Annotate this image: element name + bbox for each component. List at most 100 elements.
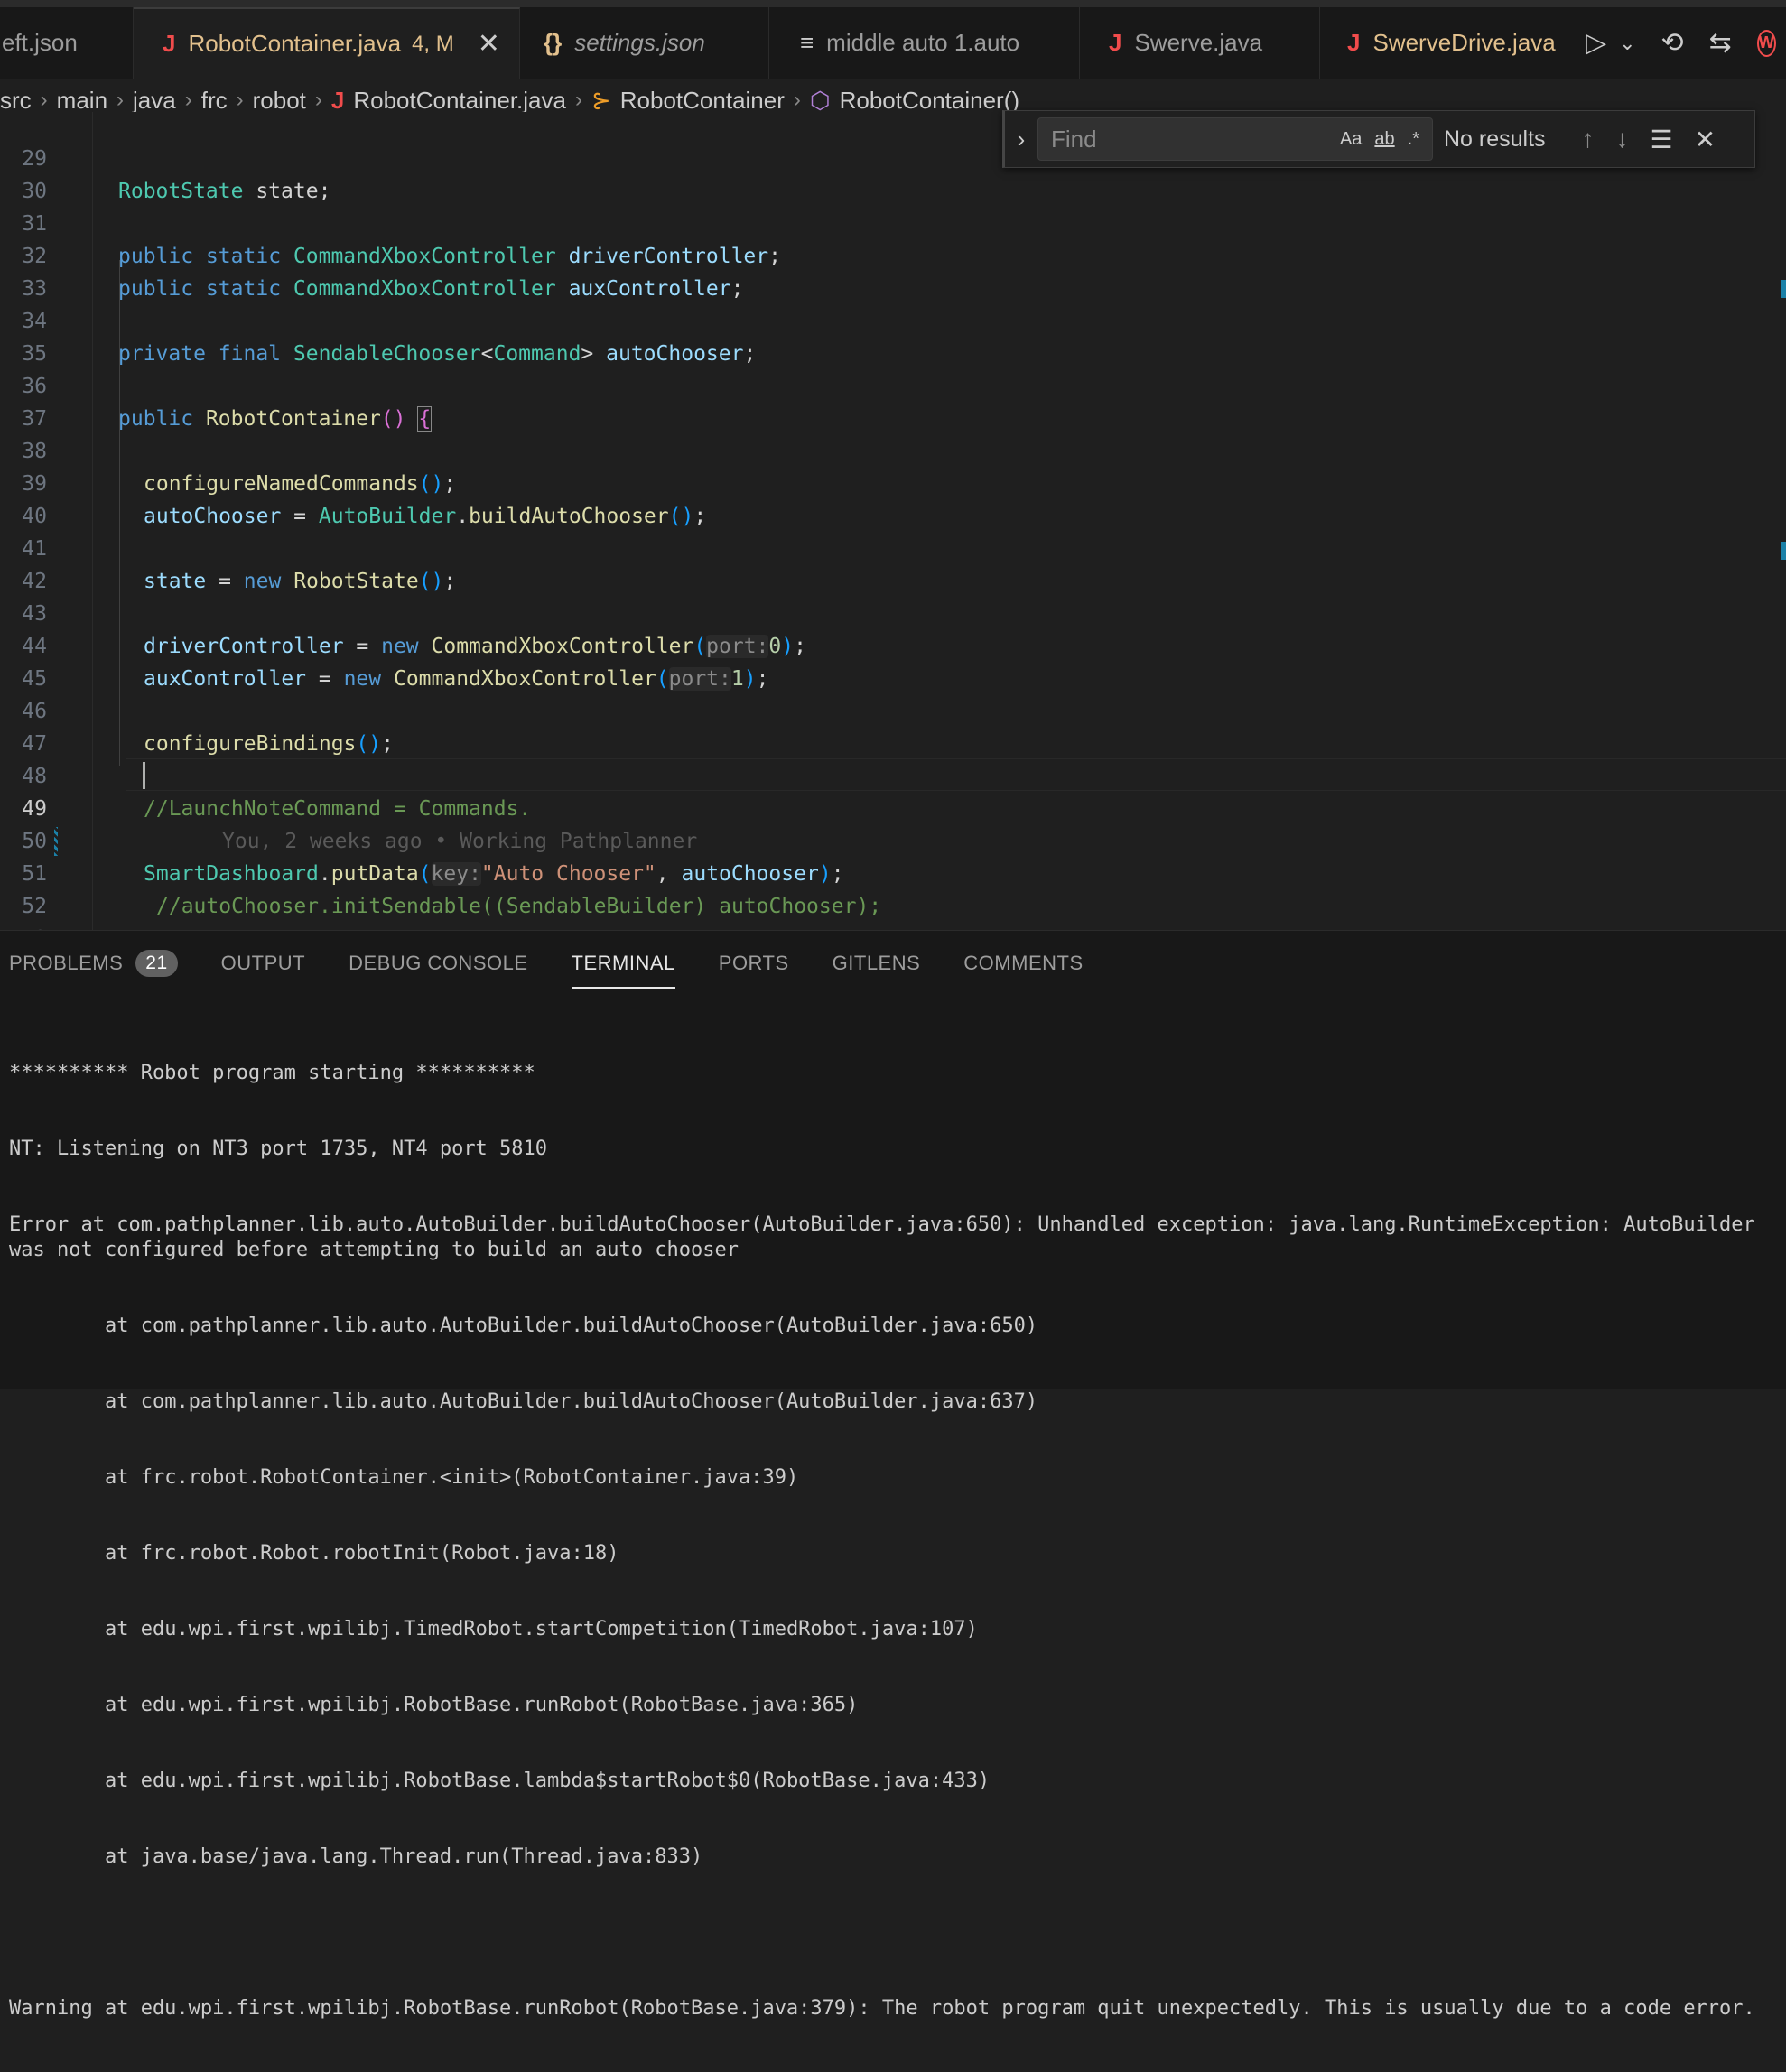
code-line: 35 — [0, 305, 1786, 366]
arrow-up-icon[interactable]: ↑ — [1582, 125, 1595, 153]
tab-settings-json[interactable]: {} settings.json — [520, 7, 769, 79]
tab-ports[interactable]: PORTS — [719, 931, 789, 996]
code-line: 39 autoChooser = AutoBuilder.buildAutoCh… — [0, 435, 1786, 528]
breadcrumb-java[interactable]: java — [133, 87, 176, 115]
java-icon: J — [1109, 29, 1122, 56]
tab-label: settings.json — [574, 29, 705, 56]
code-line: 44 auxController = new CommandXboxContro… — [0, 598, 1786, 691]
chevron-right-icon: › — [793, 88, 801, 112]
arrow-down-icon[interactable]: ↓ — [1616, 125, 1629, 153]
find-in-selection-icon[interactable]: ☰ — [1651, 125, 1673, 154]
java-icon: J — [330, 86, 345, 114]
tab-terminal[interactable]: TERMINAL — [571, 931, 676, 996]
problem-badge: 4, M — [412, 31, 454, 56]
code-line: 37 — [0, 370, 1786, 431]
terminal-output[interactable]: ********** Robot program starting ******… — [9, 1010, 1779, 2072]
terminal-line: Warning at edu.wpi.first.wpilibj.RobotBa… — [9, 1997, 1755, 2020]
terminal-line: at edu.wpi.first.wpilibj.RobotBase.lambd… — [9, 1770, 991, 1792]
chevron-right-icon: › — [116, 88, 125, 112]
text-cursor — [143, 762, 145, 789]
tab-debug-console[interactable]: DEBUG CONSOLE — [349, 931, 527, 996]
run-icon[interactable]: ▷ — [1586, 27, 1606, 59]
tab-swerve-java[interactable]: J Swerve.java — [1080, 7, 1320, 79]
java-icon: J — [163, 30, 176, 57]
find-input[interactable] — [1049, 124, 1340, 154]
close-icon[interactable]: ✕ — [1695, 125, 1716, 154]
find-result-count: No results — [1444, 125, 1546, 152]
scrollbar-marker — [1781, 542, 1786, 560]
file-lines-icon: ≡ — [800, 29, 814, 56]
method-icon: ⬡ — [809, 86, 831, 114]
breadcrumb-main[interactable]: main — [57, 87, 107, 115]
tab-label: RobotContainer.java — [188, 30, 402, 57]
tab-middle-auto[interactable]: ≡ middle auto 1.auto — [769, 7, 1080, 79]
wpilib-icon[interactable]: W — [1756, 29, 1776, 57]
tab-label: middle auto 1.auto — [826, 29, 1020, 56]
code-line: 53 } — [0, 890, 1786, 930]
terminal-line: at frc.robot.RobotContainer.<init>(Robot… — [9, 1466, 799, 1489]
tab-label: Swerve.java — [1134, 29, 1263, 56]
code-line: 50 SmartDashboard.putData(key:"Auto Choo… — [0, 793, 1786, 886]
code-line: 34 private final SendableChooser<Command… — [0, 273, 1786, 366]
json-braces-icon: {} — [544, 29, 563, 56]
timeline-icon[interactable]: ⟲ — [1661, 27, 1684, 59]
code-line: 52 — [0, 858, 1786, 918]
breadcrumb-file[interactable]: RobotContainer.java — [353, 87, 566, 115]
tab-left-json[interactable]: eft.json — [0, 7, 134, 79]
breadcrumb-src[interactable]: src — [0, 87, 32, 115]
code-line: 40 — [0, 468, 1786, 528]
breadcrumb-class[interactable]: RobotContainer — [620, 87, 785, 115]
chevron-down-icon[interactable]: ⌄ — [1619, 32, 1635, 55]
terminal-line: ********** Robot program starting ******… — [9, 1062, 535, 1084]
editor-actions: ▷ ⌄ ⟲ ⇆ W — [1562, 7, 1786, 79]
tab-problems[interactable]: PROBLEMS 21 — [9, 931, 178, 996]
tab-label: GITLENS — [832, 952, 921, 974]
breadcrumb-method[interactable]: RobotContainer() — [840, 87, 1019, 115]
tab-label: PROBLEMS — [9, 952, 124, 974]
code-line: 38 configureNamedCommands(); — [0, 403, 1786, 496]
breadcrumb-frc[interactable]: frc — [201, 87, 228, 115]
tab-output[interactable]: OUTPUT — [221, 931, 305, 996]
panel-tabs: PROBLEMS 21 OUTPUT DEBUG CONSOLE TERMINA… — [0, 931, 1786, 996]
code-line: 42 — [0, 533, 1786, 593]
terminal-line: at edu.wpi.first.wpilibj.TimedRobot.star… — [9, 1618, 978, 1640]
chevron-right-icon: › — [184, 88, 192, 112]
tab-label: OUTPUT — [220, 952, 306, 974]
terminal-line: at frc.robot.Robot.robotInit(Robot.java:… — [9, 1542, 619, 1565]
chevron-right-icon: › — [236, 88, 244, 112]
find-input-box: Aa ab .* — [1037, 117, 1433, 161]
code-line: 48 //LaunchNoteCommand = Commands. — [0, 728, 1786, 821]
code-line: 31 public static CommandXboxController d… — [0, 175, 1786, 268]
tab-label: SwerveDrive.java — [1372, 29, 1556, 56]
code-editor[interactable]: 29 RobotState state; 30 31 public static… — [0, 112, 1786, 930]
tab-label: COMMENTS — [963, 952, 1084, 974]
tab-swervedrive-java[interactable]: J SwerveDrive.java — [1320, 7, 1564, 79]
tab-label: PORTS — [718, 952, 789, 974]
tab-gitlens[interactable]: GITLENS — [833, 931, 921, 996]
java-icon: J — [1347, 29, 1361, 56]
code-line: 51 //autoChooser.initSendable((SendableB… — [0, 825, 1786, 918]
tab-label: DEBUG CONSOLE — [349, 952, 528, 974]
tab-comments[interactable]: COMMENTS — [963, 931, 1083, 996]
chevron-right-icon[interactable]: › — [1005, 125, 1037, 153]
compare-changes-icon[interactable]: ⇆ — [1709, 27, 1732, 59]
whole-word-icon[interactable]: ab — [1374, 129, 1394, 150]
code-line: 45 — [0, 630, 1786, 691]
tab-robotcontainer-java[interactable]: J RobotContainer.java 4, M ✕ — [134, 7, 520, 79]
tab-label: eft.json — [2, 29, 78, 56]
code-line: 46 configureBindings(); — [0, 663, 1786, 756]
find-widget: › Aa ab .* No results ↑ ↓ ☰ ✕ — [1002, 110, 1755, 168]
match-case-icon[interactable]: Aa — [1340, 129, 1362, 150]
close-icon[interactable]: ✕ — [478, 28, 500, 60]
regex-icon[interactable]: .* — [1408, 129, 1419, 150]
scrollbar-marker — [1781, 280, 1786, 298]
code-line: 36 public RobotContainer() { — [0, 338, 1786, 432]
problems-count-badge: 21 — [135, 950, 178, 977]
chevron-right-icon: › — [574, 88, 582, 112]
terminal-line: at edu.wpi.first.wpilibj.RobotBase.runRo… — [9, 1694, 859, 1716]
code-line: 47 — [0, 695, 1786, 756]
bottom-panel: PROBLEMS 21 OUTPUT DEBUG CONSOLE TERMINA… — [0, 930, 1786, 2020]
terminal-line: at com.pathplanner.lib.auto.AutoBuilder.… — [9, 1315, 1038, 1337]
breadcrumb-robot[interactable]: robot — [253, 87, 306, 115]
